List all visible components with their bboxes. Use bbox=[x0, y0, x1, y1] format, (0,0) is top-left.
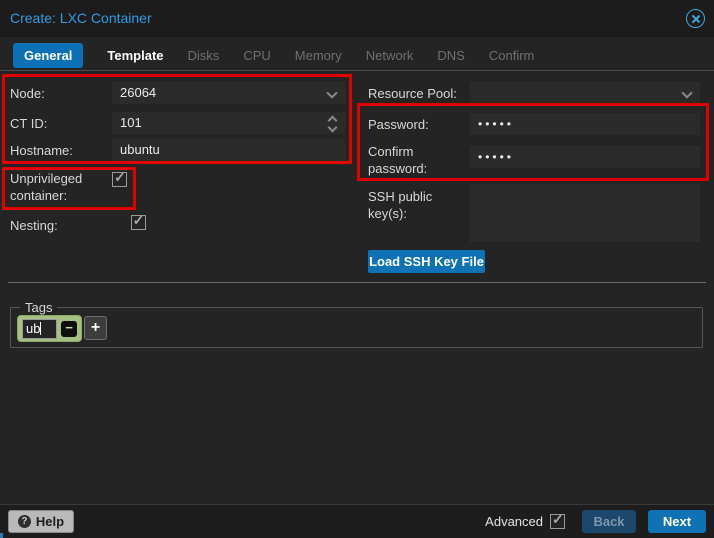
ct-id-label: CT ID: bbox=[10, 115, 110, 132]
back-button[interactable]: Back bbox=[582, 510, 636, 533]
spinner-down-icon[interactable] bbox=[328, 123, 338, 133]
tab-confirm: Confirm bbox=[489, 48, 535, 63]
tab-dns: DNS bbox=[437, 48, 464, 63]
check-icon: ✓ bbox=[552, 511, 564, 528]
chevron-down-icon bbox=[681, 87, 692, 98]
tab-template[interactable]: Template bbox=[107, 48, 163, 63]
tags-fieldset bbox=[10, 307, 703, 348]
ssh-public-keys-textarea[interactable] bbox=[470, 184, 700, 242]
node-label: Node: bbox=[10, 85, 110, 102]
password-label: Password: bbox=[368, 116, 468, 133]
unprivileged-container-label: Unprivileged container: bbox=[10, 170, 108, 204]
question-icon: ? bbox=[18, 515, 31, 528]
minus-icon: − bbox=[65, 320, 73, 335]
tag-text-input[interactable]: ub bbox=[22, 319, 57, 339]
close-icon[interactable] bbox=[686, 9, 705, 28]
next-button[interactable]: Next bbox=[648, 510, 706, 533]
create-lxc-container-dialog: Create: LXC Container General Template D… bbox=[0, 0, 714, 538]
unprivileged-container-checkbox[interactable]: ✓ bbox=[112, 172, 127, 187]
resource-pool-combobox[interactable] bbox=[470, 82, 700, 104]
ct-id-spinner[interactable]: 101 bbox=[112, 112, 345, 134]
tags-legend: Tags bbox=[20, 300, 57, 315]
check-icon: ✓ bbox=[133, 212, 145, 229]
hostname-input[interactable]: ubuntu bbox=[112, 139, 345, 161]
confirm-password-label: Confirm password: bbox=[368, 143, 466, 177]
nesting-checkbox[interactable]: ✓ bbox=[131, 215, 146, 230]
hostname-label: Hostname: bbox=[10, 142, 110, 159]
text-cursor bbox=[40, 322, 41, 335]
section-divider bbox=[8, 282, 706, 283]
tab-general[interactable]: General bbox=[13, 43, 83, 68]
confirm-password-input[interactable]: ••••• bbox=[470, 146, 700, 168]
tag-chip-editing[interactable]: ub − bbox=[17, 315, 82, 342]
password-input[interactable]: ••••• bbox=[470, 113, 700, 135]
tab-cpu: CPU bbox=[243, 48, 270, 63]
resource-pool-label: Resource Pool: bbox=[368, 85, 470, 102]
dialog-header: Create: LXC Container bbox=[0, 0, 714, 37]
remove-tag-button[interactable]: − bbox=[61, 321, 77, 337]
advanced-checkbox[interactable]: ✓ bbox=[550, 514, 565, 529]
wizard-tab-bar: General Template Disks CPU Memory Networ… bbox=[13, 42, 534, 68]
ssh-public-keys-label: SSH public key(s): bbox=[368, 188, 466, 222]
check-icon: ✓ bbox=[114, 169, 126, 186]
add-tag-button[interactable]: + bbox=[84, 316, 107, 340]
nesting-label: Nesting: bbox=[10, 217, 110, 234]
advanced-label: Advanced bbox=[485, 514, 543, 529]
help-button[interactable]: ? Help bbox=[8, 510, 74, 533]
dialog-title: Create: LXC Container bbox=[10, 0, 152, 37]
chevron-down-icon bbox=[326, 87, 337, 98]
tab-divider bbox=[0, 70, 714, 71]
load-ssh-key-file-button[interactable]: Load SSH Key File bbox=[368, 250, 485, 273]
footer-actions: Advanced ✓ Back Next bbox=[485, 510, 706, 533]
tab-disks: Disks bbox=[188, 48, 220, 63]
node-combobox[interactable]: 26064 bbox=[112, 82, 345, 104]
screen-artifact bbox=[0, 533, 3, 538]
tab-network: Network bbox=[366, 48, 414, 63]
plus-icon: + bbox=[91, 319, 100, 336]
tab-memory: Memory bbox=[295, 48, 342, 63]
